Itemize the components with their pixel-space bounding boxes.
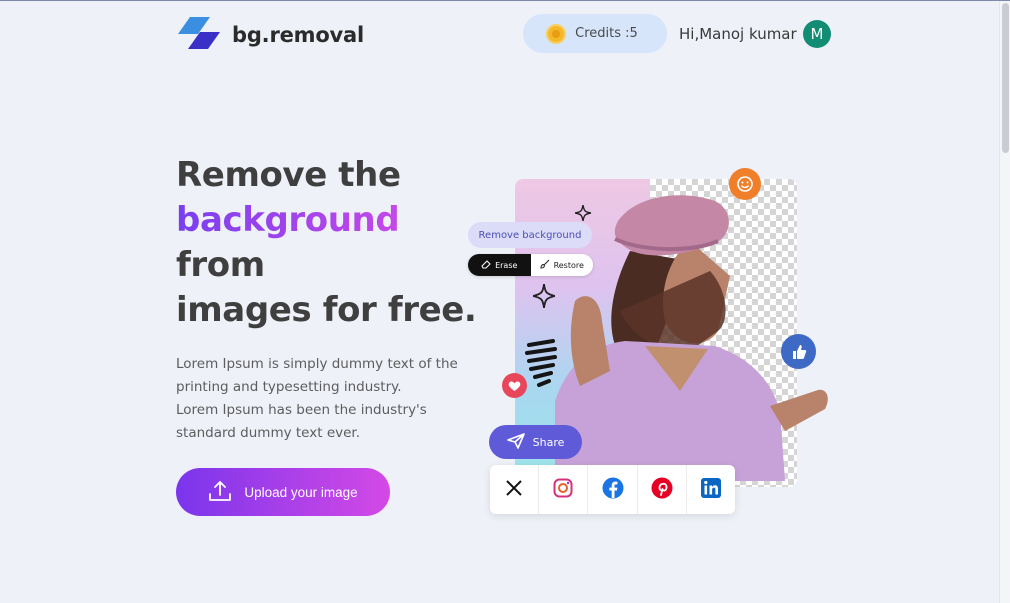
upload-button[interactable]: Upload your image	[176, 468, 390, 516]
credits-badge[interactable]: Credits :5	[523, 14, 667, 53]
linkedin-icon	[700, 477, 721, 502]
credits-label: Credits :5	[575, 26, 638, 41]
hero-title-line1: Remove the	[176, 155, 401, 195]
erase-label: Erase	[495, 260, 518, 270]
description-line: printing and typesetting industry.	[176, 379, 402, 395]
hero-title-accent: background	[176, 200, 400, 240]
upload-icon	[208, 480, 232, 505]
erase-restore-toggle[interactable]: Erase Restore	[468, 254, 593, 276]
restore-toggle[interactable]: Restore	[531, 254, 594, 276]
hero-title-line3: from	[176, 245, 265, 285]
erase-toggle[interactable]: Erase	[468, 254, 531, 276]
facebook-icon	[602, 477, 624, 503]
upload-label: Upload your image	[244, 484, 358, 500]
description-line: standard dummy text ever.	[176, 425, 361, 441]
description-line: Lorem Ipsum has been the industry's	[176, 402, 427, 418]
heart-icon	[502, 373, 527, 398]
social-share-bar	[490, 465, 735, 514]
share-pinterest[interactable]	[638, 465, 687, 514]
scrollbar-thumb[interactable]	[1002, 3, 1009, 153]
avatar[interactable]: M	[803, 20, 831, 48]
user-greeting: Hi,Manoj kumar	[679, 25, 797, 43]
share-button[interactable]: Share	[489, 425, 582, 459]
x-icon	[505, 479, 523, 501]
description-line: Lorem Ipsum is simply dummy text of the	[176, 356, 458, 372]
share-facebook[interactable]	[588, 465, 638, 514]
scrollbar[interactable]	[999, 1, 1010, 603]
share-x[interactable]	[490, 465, 540, 514]
logo-text: bg.removal	[232, 23, 365, 47]
share-label: Share	[532, 435, 565, 449]
logo-icon	[176, 17, 222, 53]
scribble-icon	[525, 339, 557, 387]
coin-icon	[546, 23, 567, 44]
restore-label: Restore	[553, 260, 584, 270]
sparkle-icon	[533, 284, 555, 308]
sparkle-icon	[575, 205, 591, 221]
instagram-icon	[553, 478, 573, 502]
hero-title: Remove the background from images for fr…	[176, 153, 477, 333]
pinterest-icon	[651, 477, 673, 503]
smiley-icon	[729, 168, 761, 200]
remove-background-pill[interactable]: Remove background	[468, 222, 592, 248]
share-linkedin[interactable]	[687, 465, 735, 514]
hero-title-line4: images for free.	[176, 290, 477, 330]
eraser-icon	[481, 259, 491, 271]
hero-description: Lorem Ipsum is simply dummy text of the …	[176, 353, 466, 445]
brush-icon	[540, 259, 550, 271]
share-instagram[interactable]	[539, 465, 589, 514]
send-icon	[506, 432, 525, 452]
thumbs-up-icon	[781, 334, 816, 369]
logo[interactable]: bg.removal	[176, 17, 364, 53]
